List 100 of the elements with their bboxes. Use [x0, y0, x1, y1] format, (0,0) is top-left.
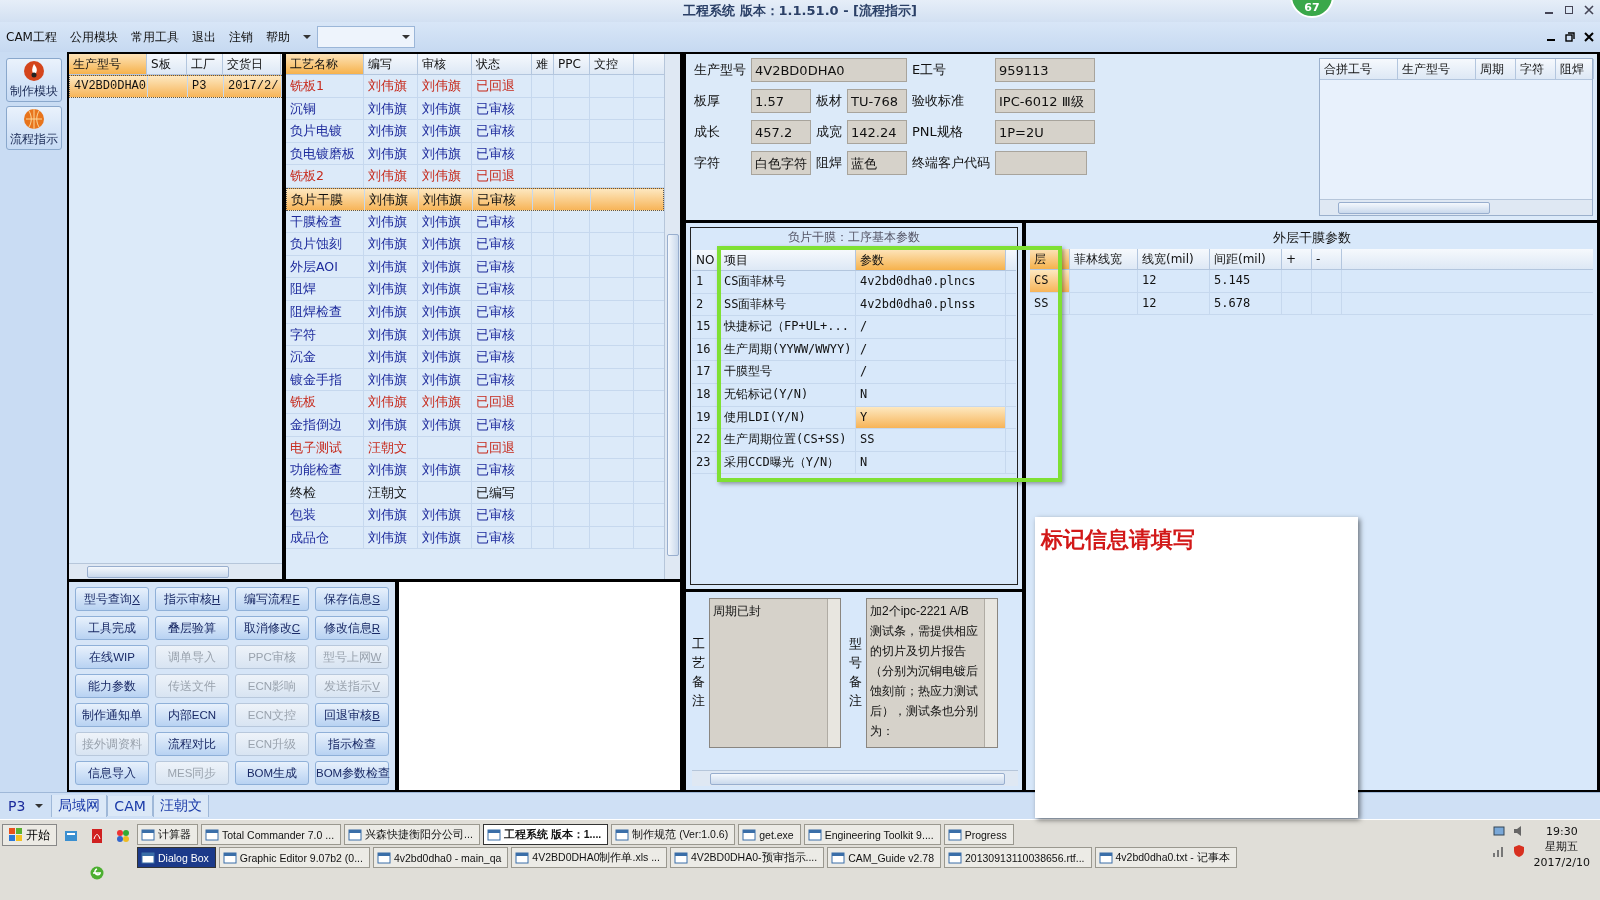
table-cell[interactable]: /: [856, 316, 1006, 338]
taskbar-button[interactable]: get.exe: [738, 824, 801, 845]
table-row[interactable]: 负片干膜 刘伟旗 刘伟旗 已审核: [286, 187, 664, 211]
table-cell[interactable]: Y: [856, 406, 1006, 429]
browser-icon[interactable]: [89, 865, 105, 881]
action-button[interactable]: 制作通知单: [75, 703, 149, 727]
table-cell[interactable]: SS: [1030, 292, 1070, 315]
table-cell[interactable]: /: [856, 361, 1006, 383]
taskbar-button[interactable]: CAM_Guide v2.78: [827, 847, 941, 868]
taskbar-button[interactable]: 计算器: [137, 824, 198, 845]
column-header[interactable]: 审核: [418, 54, 472, 74]
app-icon[interactable]: [115, 828, 131, 844]
column-header[interactable]: 字符: [1516, 59, 1556, 79]
table-row[interactable]: 电子测试 汪朝文 已回退: [286, 436, 664, 460]
taskbar-button[interactable]: Progress: [943, 824, 1014, 845]
action-button[interactable]: 内部ECN: [155, 703, 229, 727]
column-header[interactable]: 间距(mil): [1210, 249, 1282, 269]
column-header[interactable]: NO: [692, 250, 720, 270]
signal-icon[interactable]: [1491, 844, 1506, 858]
action-button[interactable]: 编写流程F: [235, 587, 309, 611]
table-cell[interactable]: 4v2bd0dha0.plncs: [856, 271, 1006, 293]
column-header[interactable]: 难: [532, 54, 554, 74]
action-button[interactable]: 工具完成: [75, 616, 149, 640]
menu-item[interactable]: 常用工具: [130, 28, 179, 46]
column-header[interactable]: 状态: [472, 54, 532, 74]
column-header[interactable]: 编写: [364, 54, 418, 74]
taskbar-button[interactable]: 4v2bd0dha0 - main_qa: [372, 847, 509, 868]
table-row[interactable]: 包装 刘伟旗 刘伟旗 已审核: [286, 504, 664, 527]
table-row[interactable]: 干膜检查 刘伟旗 刘伟旗 已审核: [286, 210, 664, 234]
action-button[interactable]: BOM生成: [235, 761, 309, 785]
taskbar-button[interactable]: 兴森快捷衡阳分公司...: [344, 824, 480, 845]
taskbar-button[interactable]: Total Commander 7.0 ...: [201, 824, 342, 845]
text-area[interactable]: 加2个ipc-2221 A/B 测试条，需提供相应的切片及切片报告（分别为沉铜电镀后蚀刻前；热应力测试后），测试条也分别为：: [866, 598, 998, 748]
table-cell[interactable]: CS: [1030, 270, 1070, 292]
input-field[interactable]: 1P=2U: [995, 120, 1095, 144]
document-icon[interactable]: [89, 828, 105, 844]
scrollbar[interactable]: [69, 563, 282, 579]
table-row[interactable]: 负片电镀 刘伟旗 刘伟旗 已审核: [286, 120, 664, 143]
action-button[interactable]: 回退审核B: [315, 703, 389, 727]
maximize-icon[interactable]: [1564, 5, 1574, 15]
scrollbar[interactable]: [692, 770, 1018, 786]
table-cell[interactable]: N: [856, 383, 1006, 406]
taskbar-button[interactable]: 4V2BD0DHA0-预审指示....: [669, 847, 825, 868]
table-cell[interactable]: N: [856, 451, 1006, 474]
table-row[interactable]: 成品仓 刘伟旗 刘伟旗 已审核: [286, 526, 664, 550]
table-cell[interactable]: 4v2bd0dha0.plnss: [856, 293, 1006, 316]
table-row[interactable]: 金指倒边 刘伟旗 刘伟旗 已审核: [286, 413, 664, 437]
status-tab[interactable]: 局域网: [51, 795, 108, 817]
taskbar-button[interactable]: Graphic Editor 9.07b2 (0...: [218, 847, 370, 868]
input-field[interactable]: 959113: [995, 58, 1095, 82]
status-tab[interactable]: CAM: [107, 796, 153, 816]
action-button[interactable]: 信息导入: [75, 761, 149, 785]
action-button[interactable]: 在线WIP: [75, 645, 149, 669]
taskbar-button[interactable]: 20130913110038656.rtf...: [944, 847, 1092, 868]
action-button[interactable]: 指示检查: [315, 732, 389, 756]
taskbar-button[interactable]: 4V2BD0DHA0制作单.xls ...: [511, 847, 667, 868]
restore-icon[interactable]: [1565, 32, 1575, 42]
caret-icon[interactable]: [401, 34, 410, 40]
action-button[interactable]: 指示审核H: [155, 587, 229, 611]
column-header[interactable]: 周期: [1476, 59, 1516, 79]
status-tab[interactable]: 汪朝文: [152, 795, 209, 817]
column-header[interactable]: PPC: [554, 54, 590, 74]
caret-icon[interactable]: [35, 803, 44, 809]
input-field[interactable]: [995, 151, 1087, 175]
close-icon[interactable]: [1584, 5, 1594, 15]
table-row[interactable]: 功能检查 刘伟旗 刘伟旗 已审核: [286, 459, 664, 482]
action-button[interactable]: 保存信息S: [315, 587, 389, 611]
input-field[interactable]: 4V2BD0DHA0: [751, 58, 907, 82]
table-row[interactable]: 沉铜 刘伟旗 刘伟旗 已审核: [286, 97, 664, 121]
text-area[interactable]: 周期已封: [709, 598, 841, 748]
column-header[interactable]: 菲林线宽: [1070, 249, 1138, 269]
taskbar-button[interactable]: 工程系统 版本：1....: [482, 824, 609, 845]
table-row[interactable]: 负电镀磨板 刘伟旗 刘伟旗 已审核: [286, 142, 664, 166]
action-button[interactable]: 修改信息R: [315, 616, 389, 640]
table-row[interactable]: 沉金 刘伟旗 刘伟旗 已审核: [286, 346, 664, 369]
table-row[interactable]: 负片蚀刻 刘伟旗 刘伟旗 已审核: [286, 233, 664, 256]
column-header[interactable]: S板: [147, 54, 187, 74]
input-field[interactable]: 白色字符: [751, 151, 811, 175]
shield-icon[interactable]: [1511, 844, 1526, 858]
column-header[interactable]: 工艺名称: [286, 54, 364, 74]
column-header[interactable]: 生产型号: [1398, 59, 1476, 79]
column-header[interactable]: 生产型号: [69, 54, 147, 74]
action-button[interactable]: 能力参数: [75, 674, 149, 698]
column-header[interactable]: 阻焊: [1556, 59, 1594, 79]
site-selector[interactable]: P3: [8, 798, 26, 814]
action-button[interactable]: 流程对比: [155, 732, 229, 756]
taskbar-button[interactable]: Engineering Toolkit 9....: [803, 824, 941, 845]
input-field[interactable]: 1.57: [751, 89, 811, 113]
table-row[interactable]: 字符 刘伟旗 刘伟旗 已审核: [286, 323, 664, 347]
table-row[interactable]: 外层AOI 刘伟旗 刘伟旗 已审核: [286, 255, 664, 279]
table-row[interactable]: 终检 汪朝文 已编写: [286, 481, 664, 505]
column-header[interactable]: +: [1282, 249, 1312, 269]
menu-item[interactable]: CAM工程: [6, 28, 57, 46]
column-header[interactable]: 文控: [590, 54, 634, 74]
start-button[interactable]: 开始: [2, 824, 57, 846]
action-button[interactable]: 型号查询X: [75, 587, 149, 611]
column-header[interactable]: 合拼工号: [1320, 59, 1398, 79]
action-button[interactable]: BOM参数检查: [315, 761, 389, 785]
dropdown-field[interactable]: [316, 26, 415, 48]
scrollbar[interactable]: [664, 54, 680, 579]
